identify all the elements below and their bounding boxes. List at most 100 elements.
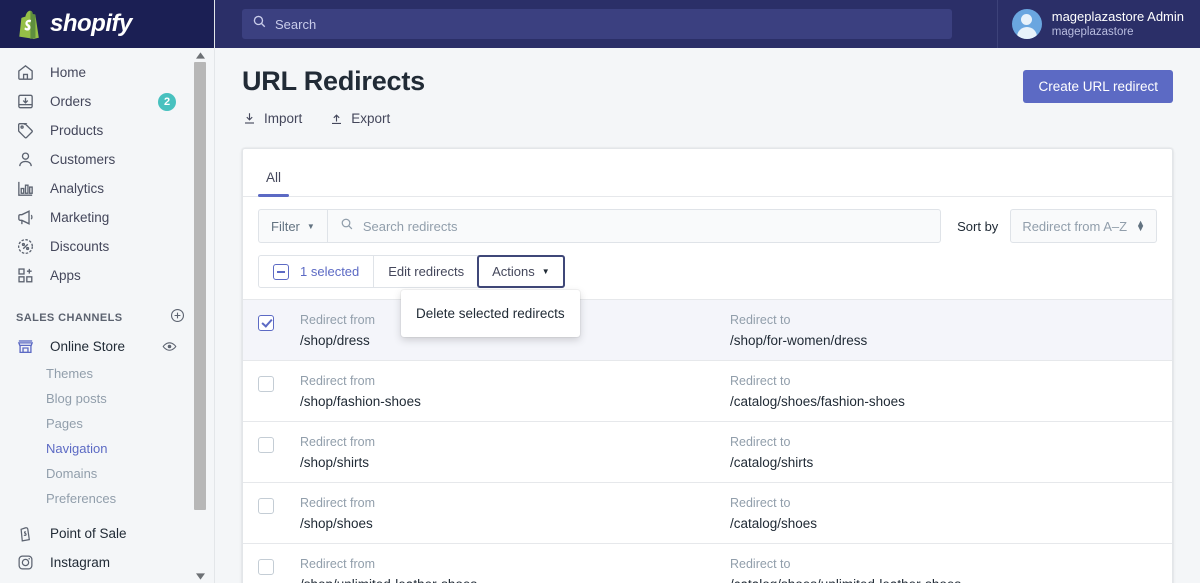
plus-circle-icon[interactable]	[169, 307, 186, 329]
sidebar-subitem-label: Navigation	[46, 441, 108, 456]
global-search-placeholder: Search	[275, 16, 317, 32]
redirect-to-cell: Redirect to /catalog/shoes	[730, 496, 817, 531]
tab-label: All	[266, 170, 282, 185]
sidebar-subitem-label: Preferences	[46, 491, 117, 506]
actions-dropdown-button[interactable]: Actions ▼	[477, 255, 565, 288]
sidebar-item-pages[interactable]: Pages	[0, 411, 214, 436]
megaphone-icon	[14, 207, 36, 229]
download-icon	[242, 111, 257, 126]
apps-grid-plus-icon	[14, 265, 36, 287]
sidebar-item-instagram[interactable]: Instagram	[0, 548, 214, 577]
table-row[interactable]: Redirect from /shop/shirts Redirect to /…	[243, 421, 1172, 482]
table-row[interactable]: Redirect from /shop/dress Redirect to /s…	[243, 299, 1172, 360]
sort-by-select[interactable]: Redirect from A–Z ▲ ▼	[1010, 209, 1157, 243]
sidebar-item-apps[interactable]: Apps	[0, 261, 214, 290]
home-icon	[14, 62, 36, 84]
delete-selected-redirects-menu-item[interactable]: Delete selected redirects	[401, 297, 580, 330]
redirect-from-cell: Redirect from /shop/fashion-shoes	[300, 374, 421, 409]
tag-icon	[14, 120, 36, 142]
filter-label: Filter	[271, 218, 300, 234]
row-checkbox[interactable]	[258, 437, 274, 453]
sidebar-item-label: Point of Sale	[50, 526, 127, 541]
scroll-down-arrow-icon[interactable]	[193, 569, 207, 583]
redirects-table: Redirect from /shop/dress Redirect to /s…	[243, 299, 1172, 583]
table-row[interactable]: Redirect from /shop/fashion-shoes Redire…	[243, 360, 1172, 421]
row-checkbox[interactable]	[258, 376, 274, 392]
redirect-from-value: /shop/fashion-shoes	[300, 394, 421, 409]
shopify-admin-app: shopify Home Orders 2 Products Customers…	[0, 0, 1200, 583]
sidebar-item-home[interactable]: Home	[0, 58, 214, 87]
tab-all[interactable]: All	[258, 170, 290, 197]
redirect-from-cell: Redirect from /shop/shirts	[300, 435, 375, 470]
user-name: mageplazastore Admin	[1051, 8, 1184, 24]
sidebar-scrollbar-thumb[interactable]	[194, 62, 206, 510]
bulk-actions-bar: 1 selected Edit redirects Actions ▼ Dele…	[258, 255, 580, 337]
sidebar-item-label: Online Store	[50, 339, 126, 354]
sidebar-item-products[interactable]: Products	[0, 116, 214, 145]
redirect-from-value: /shop/shirts	[300, 455, 370, 470]
sidebar-item-online-store[interactable]: Online Store	[0, 332, 214, 361]
import-label: Import	[264, 111, 303, 126]
sort-by-label: Sort by	[957, 218, 999, 234]
sidebar-item-label: Instagram	[50, 555, 111, 570]
sidebar-item-marketing[interactable]: Marketing	[0, 203, 214, 232]
sidebar-item-analytics[interactable]: Analytics	[0, 174, 214, 203]
brand-logo[interactable]: shopify	[0, 0, 214, 48]
edit-redirects-button[interactable]: Edit redirects	[373, 256, 478, 287]
sidebar-item-discounts[interactable]: Discounts	[0, 232, 214, 261]
export-label: Export	[351, 111, 391, 126]
upload-icon	[329, 111, 344, 126]
row-checkbox[interactable]	[258, 498, 274, 514]
user-avatar-icon	[1011, 9, 1042, 39]
import-button[interactable]: Import	[242, 111, 302, 126]
sidebar-scrollbar[interactable]	[193, 48, 207, 583]
checkbox-indeterminate-icon[interactable]	[273, 263, 289, 280]
sidebar-item-preferences[interactable]: Preferences	[0, 486, 214, 511]
filter-search-group: Filter ▼ Search redirects	[258, 209, 942, 243]
sidebar-item-label: Analytics	[50, 181, 105, 196]
filter-dropdown-button[interactable]: Filter ▼	[259, 210, 328, 242]
sidebar-item-orders[interactable]: Orders 2	[0, 87, 214, 116]
sidebar-item-point-of-sale[interactable]: Point of Sale	[0, 519, 214, 548]
sidebar-item-navigation[interactable]: Navigation	[0, 436, 214, 461]
edit-redirects-label: Edit redirects	[388, 264, 465, 279]
row-checkbox[interactable]	[258, 315, 274, 331]
column-label-from: Redirect from	[300, 496, 376, 510]
sidebar-item-themes[interactable]: Themes	[0, 361, 214, 386]
chevron-down-icon: ▼	[306, 221, 315, 231]
redirect-from-value: /shop/dress	[300, 333, 370, 348]
column-label-from: Redirect from	[300, 557, 376, 571]
eye-icon[interactable]	[160, 338, 178, 356]
search-redirects-input[interactable]: Search redirects	[328, 217, 940, 236]
create-url-redirect-button[interactable]: Create URL redirect	[1023, 70, 1173, 103]
redirect-to-cell: Redirect to /shop/for-women/dress	[730, 313, 867, 348]
column-label-from: Redirect from	[300, 313, 376, 327]
column-label-from: Redirect from	[300, 374, 376, 388]
redirect-from-value: /shop/shoes	[300, 516, 373, 531]
shopify-bag-icon	[17, 9, 43, 39]
column-label-to: Redirect to	[730, 313, 791, 327]
instagram-icon	[14, 552, 36, 574]
table-row[interactable]: Redirect from /shop/shoes Redirect to /c…	[243, 482, 1172, 543]
select-all-checkbox-segment[interactable]: 1 selected	[259, 256, 373, 287]
scroll-up-arrow-icon[interactable]	[193, 48, 207, 62]
sidebar-subitem-label: Themes	[46, 366, 93, 381]
user-account-menu[interactable]: mageplazastore Admin mageplazastore	[996, 0, 1200, 48]
export-button[interactable]: Export	[329, 111, 390, 126]
sidebar-item-blog-posts[interactable]: Blog posts	[0, 386, 214, 411]
actions-dropdown-menu: Delete selected redirects	[401, 290, 580, 337]
global-search-input[interactable]: Search	[242, 9, 952, 39]
redirect-to-value: /shop/for-women/dress	[730, 333, 868, 348]
column-label-from: Redirect from	[300, 435, 376, 449]
actions-label: Actions	[492, 264, 535, 279]
person-icon	[14, 149, 36, 171]
bar-chart-icon	[14, 178, 36, 200]
orders-badge: 2	[158, 92, 176, 111]
column-label-to: Redirect to	[730, 374, 791, 388]
row-checkbox[interactable]	[258, 559, 274, 575]
table-row[interactable]: Redirect from /shop/unlimited-leather-sh…	[243, 543, 1172, 583]
sidebar-item-domains[interactable]: Domains	[0, 461, 214, 486]
redirect-to-value: /catalog/shoes/fashion-shoes	[730, 394, 905, 409]
redirect-from-value: /shop/unlimited-leather-shoes	[300, 577, 477, 583]
sidebar-item-customers[interactable]: Customers	[0, 145, 214, 174]
